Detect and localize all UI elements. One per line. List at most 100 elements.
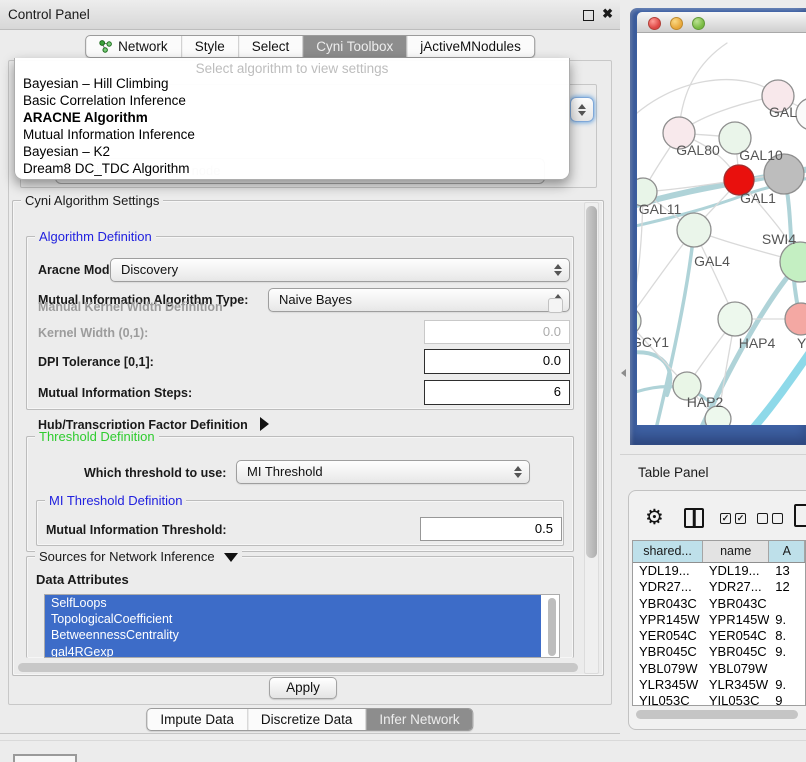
- table-horizontal-scrollbar[interactable]: [634, 709, 806, 720]
- table-cell: YBR043C: [703, 596, 769, 612]
- node-label: SWI4: [762, 231, 796, 247]
- network-node[interactable]: [796, 98, 806, 130]
- node-table[interactable]: shared...nameA YDL19...YDL19...13YDR27..…: [632, 540, 806, 706]
- apply-button[interactable]: Apply: [269, 677, 337, 699]
- splitter-collapse-icon[interactable]: [621, 369, 626, 377]
- table-cell: YER054C: [703, 628, 769, 644]
- node-label: GAL: [769, 104, 797, 120]
- scrollbar-thumb[interactable]: [586, 206, 597, 558]
- tab-jactivemnodules[interactable]: jActiveMNodules: [407, 36, 534, 57]
- table-row[interactable]: YBR045CYBR045C9.: [633, 644, 805, 660]
- network-window-titlebar[interactable]: [637, 12, 806, 33]
- table-row[interactable]: YBR043CYBR043C: [633, 596, 805, 612]
- network-node[interactable]: [637, 307, 641, 335]
- table-row[interactable]: YIL053CYIL053C9: [633, 693, 805, 706]
- tab-select[interactable]: Select: [239, 36, 304, 57]
- table-cell: [769, 661, 805, 677]
- table-header-row: shared...nameA: [633, 541, 805, 563]
- close-icon[interactable]: ✖: [602, 6, 613, 22]
- gear-icon[interactable]: ⚙: [645, 505, 664, 529]
- table-row[interactable]: YBL079WYBL079W: [633, 661, 805, 677]
- column-header[interactable]: A: [769, 541, 805, 562]
- settings-vertical-scrollbar[interactable]: [584, 202, 599, 674]
- kernel-width-field[interactable]: 0.0: [424, 320, 570, 344]
- mi-type-select[interactable]: Naive Bayes: [268, 288, 570, 312]
- attribute-list-item[interactable]: SelfLoops: [45, 595, 541, 611]
- table-row[interactable]: YDL19...YDL19...13: [633, 563, 805, 579]
- mi-threshold-field[interactable]: 0.5: [420, 517, 562, 541]
- function-builder-icon[interactable]: [794, 504, 806, 527]
- node-label: GAL1: [740, 190, 776, 206]
- tab-infer-network[interactable]: Infer Network: [366, 709, 472, 730]
- minimize-traffic-light-icon[interactable]: [670, 17, 683, 30]
- algorithm-combobox-button[interactable]: [570, 97, 594, 122]
- attribute-list-item[interactable]: BetweennessCentrality: [45, 627, 541, 643]
- network-canvas[interactable]: GALGAL80GAL10GAL1GAL11SWI4GAL4GCY1HAP4YH…: [637, 33, 806, 425]
- tab-discretize-data[interactable]: Discretize Data: [248, 709, 367, 730]
- table-cell: YDR27...: [703, 579, 769, 595]
- aracne-mode-label: Aracne Mode:: [38, 263, 121, 277]
- sources-legend-label: Sources for Network Inference: [39, 549, 215, 564]
- combo-arrows-icon: [578, 104, 586, 116]
- algorithm-option[interactable]: Dream8 DC_TDC Algorithm: [15, 160, 569, 177]
- table-cell: YIL053C: [633, 693, 703, 706]
- network-edge[interactable]: [637, 80, 778, 133]
- network-node[interactable]: [677, 213, 711, 247]
- table-row[interactable]: YDR27...YDR27...12: [633, 579, 805, 595]
- column-header[interactable]: shared...: [633, 541, 703, 562]
- network-graph[interactable]: GALGAL80GAL10GAL1GAL11SWI4GAL4GCY1HAP4YH…: [637, 33, 806, 425]
- network-node[interactable]: [785, 303, 806, 335]
- aracne-mode-select[interactable]: Discovery: [110, 258, 570, 282]
- table-cell: YPR145W: [633, 612, 703, 628]
- settings-horizontal-scrollbar[interactable]: [18, 663, 578, 672]
- collapse-down-icon: [224, 553, 238, 562]
- table-row[interactable]: YLR345WYLR345W9.: [633, 677, 805, 693]
- float-window-icon[interactable]: [583, 10, 594, 21]
- tab-style[interactable]: Style: [182, 36, 239, 57]
- dpi-tolerance-field[interactable]: 0.0: [424, 349, 570, 374]
- which-threshold-value: MI Threshold: [247, 464, 323, 479]
- select-all-columns-icon[interactable]: ✓✓: [720, 513, 746, 524]
- table-cell: YBL079W: [633, 661, 703, 677]
- algorithm-option[interactable]: ARACNE Algorithm: [15, 109, 569, 126]
- control-panel: Control Panel ✖ Network Style Select Cyn…: [0, 0, 620, 734]
- node-label: Y: [797, 335, 806, 351]
- sources-legend[interactable]: Sources for Network Inference: [35, 549, 242, 564]
- table-row[interactable]: YER054CYER054C8.: [633, 628, 805, 644]
- table-cell: 9.: [769, 644, 805, 660]
- tab-impute-data[interactable]: Impute Data: [147, 709, 248, 730]
- table-cell: 13: [769, 563, 805, 579]
- zoom-traffic-light-icon[interactable]: [692, 17, 705, 30]
- close-traffic-light-icon[interactable]: [648, 17, 661, 30]
- mi-steps-field[interactable]: 6: [424, 380, 570, 405]
- horizontal-divider: [0, 740, 806, 741]
- data-attributes-list[interactable]: SelfLoopsTopologicalCoefficientBetweenne…: [44, 594, 560, 658]
- network-node[interactable]: [780, 242, 806, 282]
- table-row[interactable]: YPR145WYPR145W9.: [633, 612, 805, 628]
- which-threshold-select[interactable]: MI Threshold: [236, 460, 530, 484]
- tab-cyni-toolbox[interactable]: Cyni Toolbox: [303, 36, 407, 57]
- network-icon: [99, 40, 112, 53]
- network-view-window: GALGAL80GAL10GAL1GAL11SWI4GAL4GCY1HAP4YH…: [630, 8, 806, 445]
- unselect-all-columns-icon[interactable]: [757, 513, 783, 524]
- table-cell: YBR045C: [633, 644, 703, 660]
- column-header[interactable]: name: [703, 541, 769, 562]
- list-scrollbar[interactable]: [548, 598, 556, 656]
- network-node[interactable]: [718, 302, 752, 336]
- manual-kernel-checkbox[interactable]: [548, 298, 563, 313]
- table-cell: YDR27...: [633, 579, 703, 595]
- manual-kernel-label: Manual Kernel Width Definition: [38, 300, 223, 314]
- algorithm-option[interactable]: Mutual Information Inference: [15, 126, 569, 143]
- algorithm-option[interactable]: Bayesian – K2: [15, 143, 569, 160]
- algorithm-option[interactable]: Bayesian – Hill Climbing: [15, 75, 569, 92]
- algorithm-option[interactable]: Basic Correlation Inference: [15, 92, 569, 109]
- table-cell: YBR045C: [703, 644, 769, 660]
- attribute-list-item[interactable]: gal4RGexp: [45, 644, 541, 658]
- tab-network[interactable]: Network: [86, 36, 182, 57]
- attribute-list-item[interactable]: TopologicalCoefficient: [45, 611, 541, 627]
- node-label: GAL80: [676, 142, 720, 158]
- mi-type-value: Naive Bayes: [279, 292, 352, 307]
- table-cell: 8.: [769, 628, 805, 644]
- columns-icon[interactable]: [684, 508, 704, 528]
- table-cell: YPR145W: [703, 612, 769, 628]
